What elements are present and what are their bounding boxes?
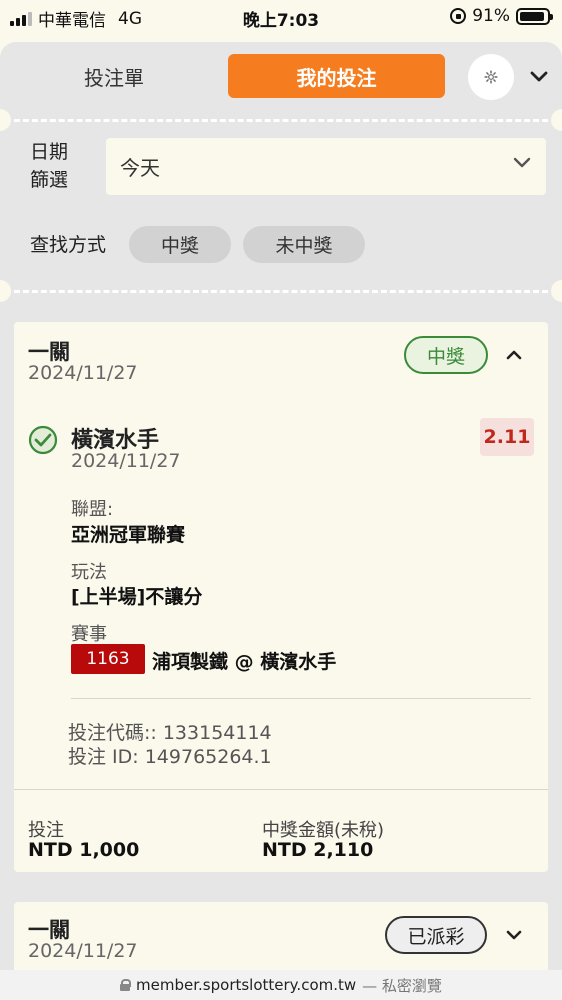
battery-icon bbox=[516, 7, 553, 25]
notch-left bbox=[0, 280, 11, 302]
chevron-down-icon bbox=[530, 71, 548, 82]
filter-chip-lost[interactable]: 未中獎 bbox=[243, 226, 365, 263]
divider bbox=[14, 119, 548, 122]
stake-value: NTD 1,000 bbox=[28, 839, 140, 861]
panel-header: 投注單 我的投注 bbox=[0, 42, 562, 112]
odds-badge: 2.11 bbox=[480, 418, 534, 456]
browser-url-bar[interactable]: member.sportslottery.com.tw — 私密瀏覽 bbox=[0, 970, 562, 1000]
check-circle-icon bbox=[28, 425, 58, 455]
private-mode-label: — 私密瀏覽 bbox=[362, 976, 442, 995]
date-filter-label-line2: 篩選 bbox=[30, 169, 69, 191]
chevron-up-icon bbox=[506, 350, 522, 360]
search-method-label: 查找方式 bbox=[30, 234, 107, 256]
league-label: 聯盟: bbox=[71, 499, 114, 520]
match-number-badge: 1163 bbox=[71, 644, 145, 674]
battery-percent: 91% bbox=[472, 6, 510, 26]
bet-code: 投注代碼:: 133154114 bbox=[68, 722, 272, 744]
divider bbox=[14, 290, 548, 293]
lock-icon bbox=[120, 979, 132, 991]
bet-date: 2024/11/27 bbox=[28, 362, 138, 384]
status-bar: 中華電信 4G 晚上7:03 91% bbox=[0, 0, 562, 34]
url-domain: member.sportslottery.com.tw bbox=[136, 976, 357, 994]
status-badge: 中獎 bbox=[404, 336, 488, 374]
expand-bet-button[interactable] bbox=[502, 923, 526, 947]
bet-id: 投注 ID: 149765264.1 bbox=[68, 746, 272, 768]
tab-betslip[interactable]: 投注單 bbox=[34, 54, 194, 98]
date-filter-value: 今天 bbox=[120, 156, 160, 180]
tab-my-bets[interactable]: 我的投注 bbox=[228, 54, 445, 98]
notch-right bbox=[551, 280, 562, 302]
divider bbox=[14, 789, 548, 790]
notch-right bbox=[551, 109, 562, 131]
filter-chip-won[interactable]: 中獎 bbox=[129, 226, 231, 263]
chevron-down-icon bbox=[513, 157, 531, 168]
gear-icon bbox=[484, 70, 498, 84]
collapse-bet-button[interactable] bbox=[502, 343, 526, 367]
event-label: 賽事 bbox=[71, 624, 107, 645]
market-label: 玩法 bbox=[71, 562, 107, 583]
market-value: [上半場]不讓分 bbox=[71, 586, 203, 608]
divider bbox=[71, 698, 531, 699]
bet-card: 一關 2024/11/27 中獎 橫濱水手 2024/11/27 2.11 聯盟… bbox=[14, 322, 548, 872]
date-filter-label: 日期 篩選 bbox=[30, 138, 90, 194]
selection-date: 2024/11/27 bbox=[71, 450, 181, 472]
rotation-lock-icon bbox=[450, 8, 467, 24]
date-filter-label-line1: 日期 bbox=[30, 141, 69, 163]
settings-button[interactable] bbox=[468, 54, 514, 100]
date-filter-select[interactable]: 今天 bbox=[106, 138, 546, 195]
chevron-down-icon bbox=[506, 930, 522, 940]
event-value: 浦項製鐵 @ 橫濱水手 bbox=[152, 651, 337, 673]
collapse-panel-button[interactable] bbox=[524, 62, 554, 92]
bet-date: 2024/11/27 bbox=[28, 940, 138, 962]
bet-card: 一關 2024/11/27 已派彩 bbox=[14, 902, 548, 970]
status-badge: 已派彩 bbox=[385, 916, 487, 954]
notch-left bbox=[0, 109, 11, 131]
league-value: 亞洲冠軍聯賽 bbox=[71, 524, 186, 546]
betslip-panel: 投注單 我的投注 日期 篩選 今天 查找方式 中獎 未中獎 一關 2024/11… bbox=[0, 42, 562, 970]
payout-value: NTD 2,110 bbox=[262, 839, 374, 861]
